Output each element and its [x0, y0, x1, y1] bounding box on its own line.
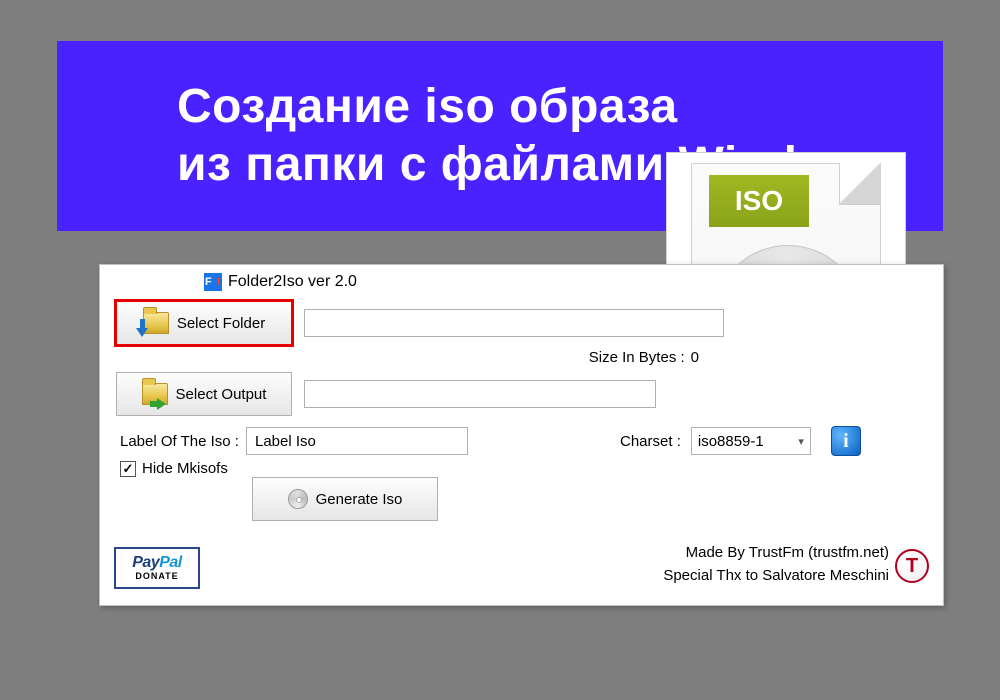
hide-mkisofs-label: Hide Mkisofs	[142, 460, 228, 477]
folder-in-icon	[143, 312, 169, 334]
credits-line-1: Made By TrustFm (trustfm.net)	[663, 542, 889, 565]
trustfm-logo[interactable]: T	[895, 549, 929, 583]
window-title: Folder2Iso ver 2.0	[228, 273, 357, 291]
chevron-down-icon: ▾	[798, 435, 804, 448]
hide-mkisofs-checkbox[interactable]	[120, 461, 136, 477]
paypal-logo: PayPal	[132, 555, 181, 571]
select-folder-input[interactable]	[304, 309, 724, 337]
select-output-button[interactable]: Select Output	[116, 372, 292, 416]
banner-line-1: Создание iso образа	[177, 78, 678, 136]
label-of-iso-text: Label Of The Iso :	[120, 433, 246, 450]
disc-small-icon	[288, 489, 308, 509]
credits-block: Made By TrustFm (trustfm.net) Special Th…	[663, 542, 889, 587]
folder2iso-window: Folder2Iso ver 2.0 Select Folder Size In…	[99, 264, 944, 606]
label-of-iso-input[interactable]	[246, 427, 468, 455]
select-folder-label: Select Folder	[177, 315, 265, 332]
select-output-label: Select Output	[176, 386, 267, 403]
size-label: Size In Bytes :	[589, 349, 685, 366]
iso-tag-label: ISO	[709, 175, 809, 227]
generate-iso-button[interactable]: Generate Iso	[252, 477, 438, 521]
paypal-donate-label: DONATE	[135, 571, 178, 581]
select-output-input[interactable]	[304, 380, 656, 408]
charset-value: iso8859-1	[698, 433, 764, 450]
charset-select[interactable]: iso8859-1 ▾	[691, 427, 811, 455]
page-fold-icon	[839, 163, 881, 205]
app-icon	[204, 273, 222, 291]
credits-line-2: Special Thx to Salvatore Meschini	[663, 565, 889, 588]
select-folder-button[interactable]: Select Folder	[116, 301, 292, 345]
generate-iso-label: Generate Iso	[316, 491, 403, 508]
folder-out-icon	[142, 383, 168, 405]
charset-label: Charset :	[620, 433, 681, 450]
info-button[interactable]: i	[831, 426, 861, 456]
size-value: 0	[691, 349, 699, 366]
paypal-donate-button[interactable]: PayPal DONATE	[114, 547, 200, 589]
